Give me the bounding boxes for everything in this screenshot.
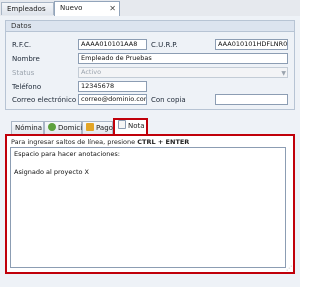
status-label: Status [12,69,35,77]
curp-label: C.U.R.P. [151,41,178,49]
document-tab-strip: Empleados Nuevo empleado ✕ [0,0,300,25]
curp-field[interactable]: AAA010101HDFLNR08 [215,39,288,50]
resize-grip-icon[interactable]: ⋰ [286,265,292,272]
line-break-hint: Para ingresar saltos de línea, presione … [11,138,189,147]
note-icon [118,120,126,129]
tab-label: Nómina [15,124,43,132]
concopia-label: Con copia [151,96,186,104]
status-value: Activo [81,68,102,76]
tab-domicilio[interactable]: Domicilio [44,121,90,135]
group-title: Datos [5,20,295,32]
tab-label: Nota [128,122,145,130]
nombre-field[interactable]: Empleado de Pruebas [78,53,288,64]
note-line: Asignado al proyecto X [14,168,89,176]
nombre-label: Nombre [12,55,40,63]
globe-icon [48,123,56,131]
telefono-label: Teléfono [12,83,42,91]
chevron-down-icon: ▼ [281,70,286,77]
tab-nuevo-empleado[interactable]: Nuevo empleado ✕ [54,1,120,25]
tab-label: Empleados [7,5,46,13]
correo-field[interactable]: correo@dominio.com [78,94,147,105]
hint-text: Para ingresar saltos de línea, presione [11,138,136,146]
payment-icon [86,123,94,131]
correo-label: Correo electrónico [12,96,77,104]
concopia-field[interactable] [215,94,288,105]
notes-textarea[interactable]: Espacio para hacer anotaciones: Asignado… [10,147,286,268]
telefono-field[interactable]: 12345678 [78,81,147,92]
tab-pago[interactable]: Pago [82,121,113,135]
close-icon[interactable]: ✕ [109,2,116,15]
tab-empleados[interactable]: Empleados [1,2,54,15]
rfc-field[interactable]: AAAA010101AA8 [78,39,147,50]
tab-nota[interactable]: Nota [113,118,148,135]
status-dropdown: Activo ▼ [78,67,288,78]
hint-keys: CTRL + ENTER [137,138,190,146]
tab-nomina[interactable]: Nómina [11,121,44,135]
note-line: Espacio para hacer anotaciones: [14,150,120,158]
rfc-label: R.F.C. [12,41,32,49]
tab-label: Pago [96,124,113,132]
